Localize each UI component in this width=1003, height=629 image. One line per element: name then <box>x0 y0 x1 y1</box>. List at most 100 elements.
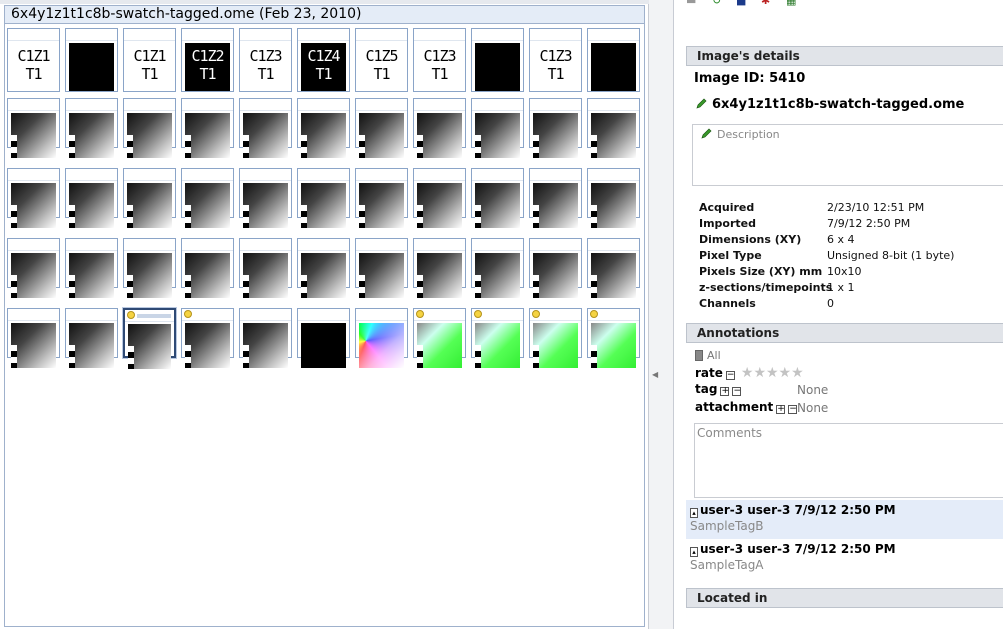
refresh-icon[interactable]: ↻ <box>712 0 726 6</box>
image-details-header[interactable]: Image's details <box>686 46 1003 66</box>
image-thumbnail[interactable] <box>123 238 176 298</box>
attachment-remove-icon[interactable]: − <box>788 405 798 414</box>
thumbnail-header <box>530 169 581 181</box>
image-thumbnail[interactable]: C1Z1 T1 <box>123 28 176 92</box>
image-thumbnail[interactable] <box>181 308 234 368</box>
image-thumbnail[interactable]: C1Z3 T1 <box>239 28 292 92</box>
image-thumbnail[interactable] <box>239 308 292 368</box>
thumbnail-grid[interactable]: C1Z1 T1 C1Z1 T1 C1Z2 T1 C1Z3 T1 C1Z4 T1 C1Z5 T1 C1Z3… <box>4 24 645 627</box>
image-thumbnail[interactable] <box>529 98 582 158</box>
image-thumbnail[interactable] <box>355 168 408 228</box>
image-thumbnail[interactable] <box>65 238 118 298</box>
image-thumbnail[interactable] <box>297 238 350 298</box>
image-thumbnail[interactable] <box>529 308 582 368</box>
image-thumbnail[interactable] <box>471 168 524 228</box>
image-thumbnail[interactable] <box>471 308 524 368</box>
annotation-icon <box>184 310 192 318</box>
thumbnail-header <box>182 29 233 41</box>
thumbnail-text-image: C1Z5 T1 <box>359 43 404 91</box>
thumbnail-header <box>472 309 523 321</box>
tag-entry[interactable]: ▴ user-3 user-3 7/9/12 2:50 PM SampleTagB <box>686 500 1003 539</box>
rating-stars[interactable]: ★★★★★ <box>741 365 804 381</box>
image-thumbnail[interactable] <box>587 168 640 228</box>
image-thumbnail[interactable] <box>65 308 118 368</box>
thumbnail-header <box>472 29 523 41</box>
pencil-icon[interactable] <box>701 128 712 139</box>
image-thumbnail[interactable] <box>297 98 350 158</box>
publish-icon[interactable]: ✱ <box>761 0 775 6</box>
image-thumbnail[interactable] <box>413 308 466 368</box>
image-thumbnail[interactable]: C1Z2 T1 <box>181 28 234 92</box>
expand-icon[interactable]: ▴ <box>690 547 698 557</box>
image-thumbnail[interactable] <box>471 98 524 158</box>
image-thumbnail[interactable] <box>65 98 118 158</box>
located-in-header[interactable]: Located in <box>686 588 1003 608</box>
image-thumbnail[interactable] <box>413 168 466 228</box>
attachment-add-icon[interactable]: + <box>776 405 786 414</box>
annotation-icon <box>590 310 598 318</box>
tag-entry[interactable]: ▴ user-3 user-3 7/9/12 2:50 PM SampleTagA <box>686 539 1003 578</box>
image-thumbnail[interactable]: C1Z3 T1 <box>413 28 466 92</box>
save-icon[interactable]: ▬ <box>686 0 700 6</box>
thumbnail-pattern <box>11 275 17 298</box>
image-thumbnail[interactable] <box>181 168 234 228</box>
image-thumbnail[interactable] <box>471 238 524 298</box>
panel-splitter[interactable] <box>649 0 673 629</box>
image-thumbnail[interactable] <box>181 98 234 158</box>
image-thumbnail[interactable] <box>355 98 408 158</box>
tag-add-icon[interactable]: + <box>720 387 730 396</box>
image-thumbnail[interactable] <box>239 98 292 158</box>
image-thumbnail[interactable] <box>587 28 640 92</box>
image-thumbnail[interactable] <box>123 98 176 158</box>
image-thumbnail[interactable]: C1Z5 T1 <box>355 28 408 92</box>
expand-icon[interactable]: ▴ <box>690 508 698 518</box>
image-thumbnail[interactable] <box>7 308 60 368</box>
image-thumbnail[interactable] <box>413 238 466 298</box>
image-thumbnail[interactable] <box>297 168 350 228</box>
image-thumbnail[interactable] <box>529 168 582 228</box>
image-thumbnail[interactable]: C1Z1 T1 <box>7 28 60 92</box>
comments-field[interactable]: Comments <box>694 423 1003 498</box>
image-thumbnail[interactable] <box>123 168 176 228</box>
rate-collapse-icon[interactable]: − <box>725 371 735 380</box>
thumbnail-image <box>417 183 462 228</box>
pencil-icon[interactable] <box>696 98 707 109</box>
thumbnail-label-line2: T1 <box>315 65 332 83</box>
description-field[interactable]: Description <box>692 124 1003 186</box>
image-thumbnail[interactable] <box>529 238 582 298</box>
image-thumbnail[interactable] <box>471 28 524 92</box>
image-thumbnail[interactable]: C1Z3 T1 <box>529 28 582 92</box>
thumbnail-label-line1: C1Z4 <box>307 47 340 65</box>
image-thumbnail[interactable] <box>65 28 118 92</box>
image-thumbnail[interactable] <box>297 308 350 368</box>
image-thumbnail[interactable] <box>7 168 60 228</box>
image-thumbnail[interactable] <box>7 238 60 298</box>
annotations-header[interactable]: Annotations <box>686 323 1003 343</box>
image-thumbnail[interactable] <box>587 98 640 158</box>
thumbnail-header <box>356 99 407 111</box>
image-thumbnail[interactable] <box>587 238 640 298</box>
image-thumbnail[interactable]: C1Z4 T1 <box>297 28 350 92</box>
viewer-icon[interactable]: ■ <box>736 0 750 6</box>
image-thumbnail[interactable] <box>181 238 234 298</box>
image-thumbnail[interactable] <box>239 168 292 228</box>
image-thumbnail[interactable] <box>355 308 408 368</box>
tag-remove-icon[interactable]: − <box>732 387 742 396</box>
image-thumbnail[interactable] <box>65 168 118 228</box>
thumbnail-header <box>298 29 349 41</box>
image-name-row[interactable]: 6x4y1z1t1c8b-swatch-tagged.ome <box>696 97 964 112</box>
image-thumbnail[interactable] <box>7 98 60 158</box>
thumbnail-image <box>127 113 172 158</box>
splitter-collapse-icon[interactable]: ◀ <box>652 370 658 379</box>
image-thumbnail[interactable] <box>413 98 466 158</box>
image-thumbnail[interactable] <box>239 238 292 298</box>
image-thumbnail[interactable] <box>355 238 408 298</box>
image-thumbnail[interactable] <box>123 308 176 369</box>
thumbnail-header <box>298 169 349 181</box>
thumbnail-image <box>301 323 346 368</box>
analysis-icon[interactable]: ▦ <box>786 0 800 6</box>
annotations-filter[interactable]: All <box>695 349 721 362</box>
image-thumbnail[interactable] <box>587 308 640 368</box>
image-browser-panel: 6x4y1z1t1c8b-swatch-tagged.ome (Feb 23, … <box>0 0 649 629</box>
thumbnail-image <box>475 113 520 158</box>
